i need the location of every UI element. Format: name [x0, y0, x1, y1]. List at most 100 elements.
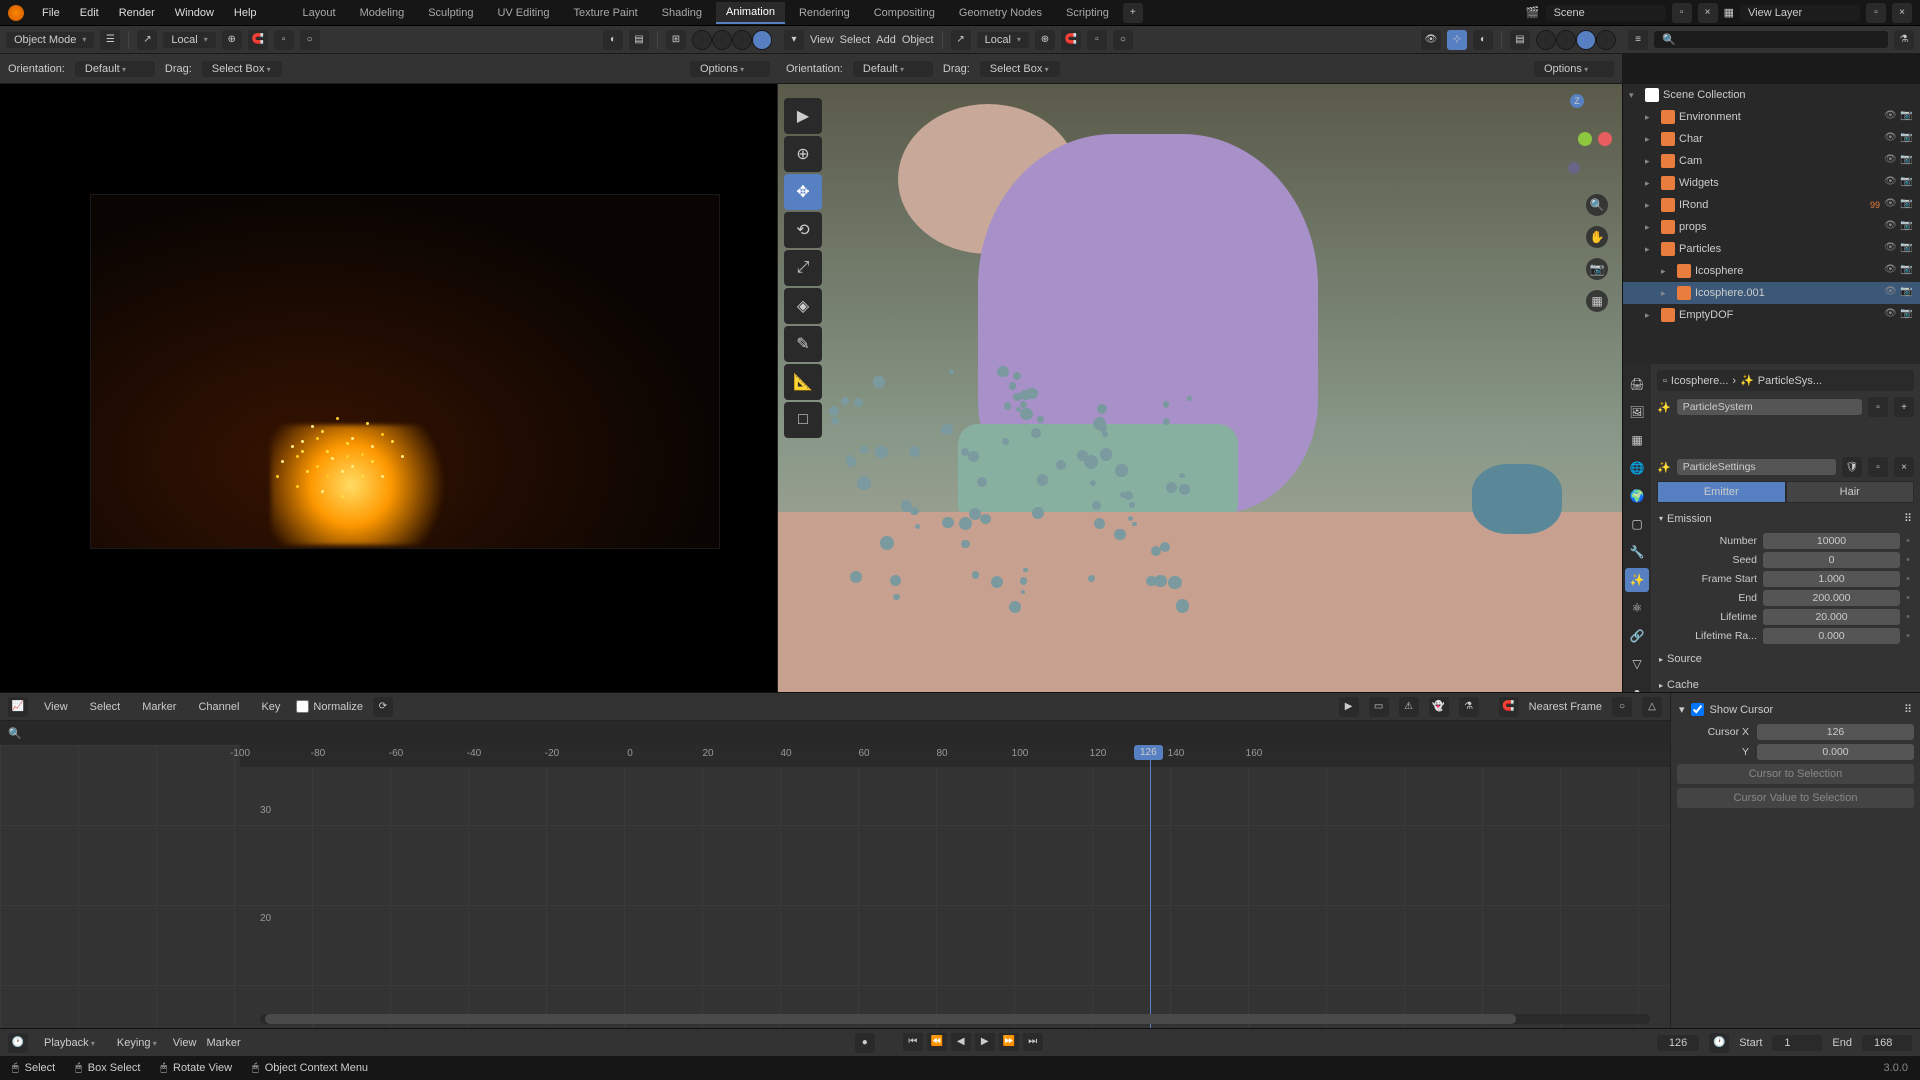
slot-icon[interactable]: ▫	[1868, 397, 1888, 417]
constraints-tab-icon[interactable]: 🔗	[1625, 624, 1649, 648]
move-tool-icon[interactable]: ✥	[784, 174, 822, 210]
workspace-scripting[interactable]: Scripting	[1056, 3, 1119, 23]
normalize-checkbox[interactable]	[296, 700, 309, 713]
scene-tab-icon[interactable]: 🌐	[1625, 456, 1649, 480]
new-settings-icon[interactable]: ▫	[1868, 457, 1888, 477]
select-menu[interactable]: Select	[840, 34, 871, 46]
wireframe-shade-2-icon[interactable]	[1536, 30, 1556, 50]
horizontal-scrollbar[interactable]	[260, 1014, 1650, 1024]
delete-scene-icon[interactable]: ×	[1698, 3, 1718, 23]
workspace-rendering[interactable]: Rendering	[789, 3, 860, 23]
delete-layer-icon[interactable]: ×	[1892, 3, 1912, 23]
outliner-item[interactable]: ▸Environment👁📷	[1623, 106, 1920, 128]
gizmo-icon[interactable]: ⊞	[666, 30, 686, 50]
workspace-layout[interactable]: Layout	[293, 3, 346, 23]
outliner-item[interactable]: ▸Icosphere.001👁📷	[1623, 282, 1920, 304]
orientation-icon[interactable]: ↗	[951, 30, 971, 50]
outliner-item[interactable]: ▸EmptyDOF👁📷	[1623, 304, 1920, 326]
keying-menu[interactable]: Keying	[111, 1035, 163, 1051]
editor-type-icon[interactable]: ▾	[784, 30, 804, 50]
cursor-tool-icon[interactable]: ▶	[784, 98, 822, 134]
properties-breadcrumb[interactable]: ▫Icosphere...›✨ParticleSys...	[1657, 370, 1914, 391]
menu-window[interactable]: Window	[167, 4, 222, 22]
scale-tool-icon[interactable]: ⤢	[784, 250, 822, 286]
frame-start-input[interactable]: 1.000	[1763, 571, 1900, 587]
snap-type-icon-2[interactable]: ▫	[1087, 30, 1107, 50]
current-frame-input[interactable]: 126	[1657, 1035, 1699, 1051]
start-frame-input[interactable]: 1	[1772, 1035, 1822, 1051]
timeline-marker-menu[interactable]: Marker	[206, 1037, 240, 1049]
overlay-icon-2[interactable]: ◐	[1473, 30, 1493, 50]
outliner-filter-icon[interactable]: ⚗	[1894, 30, 1914, 50]
outliner-search-icon[interactable]: 🔍	[1654, 31, 1888, 48]
graph-select-menu[interactable]: Select	[84, 698, 127, 716]
proportional-icon[interactable]: ○	[300, 30, 320, 50]
wireframe-shade-icon[interactable]	[692, 30, 712, 50]
emission-section[interactable]: Emission⠿	[1657, 507, 1914, 530]
options-dropdown-2[interactable]: Options	[1534, 61, 1614, 77]
menu-file[interactable]: File	[34, 4, 68, 22]
play-reverse-icon[interactable]: ◀	[951, 1033, 971, 1051]
playhead[interactable]: 126	[1150, 745, 1151, 1028]
matprev-shade-icon[interactable]	[732, 30, 752, 50]
menu-help[interactable]: Help	[226, 4, 265, 22]
transform-tool-icon[interactable]: ◈	[784, 288, 822, 324]
normalize-toggle[interactable]: Normalize	[296, 700, 363, 713]
select-tool-icon[interactable]: ⊕	[784, 136, 822, 172]
ghost-icon[interactable]: 👻	[1429, 697, 1449, 717]
navigation-gizmo[interactable]: Z	[1532, 94, 1612, 174]
solid-shade-2-icon[interactable]	[1556, 30, 1576, 50]
lifetime-input[interactable]: 20.000	[1763, 609, 1900, 625]
outliner-editor-icon[interactable]: ≡	[1628, 30, 1648, 50]
falloff-icon[interactable]: △	[1642, 697, 1662, 717]
rotate-tool-icon[interactable]: ⟲	[784, 212, 822, 248]
world-tab-icon[interactable]: 🌍	[1625, 484, 1649, 508]
graph-editor-type-icon[interactable]: 📈	[8, 697, 28, 717]
particles-tab-icon[interactable]: ✨	[1625, 568, 1649, 592]
drag-handle-icon[interactable]: ⠿	[1904, 512, 1912, 525]
nearest-frame-dropdown[interactable]: Nearest Frame	[1529, 701, 1602, 713]
add-tool-icon[interactable]: □	[784, 402, 822, 438]
snap-icon[interactable]: 🧲	[248, 30, 268, 50]
axis-z-icon[interactable]: Z	[1570, 94, 1584, 108]
fake-user-icon[interactable]: 🛡	[1842, 457, 1862, 477]
axis-y-icon[interactable]	[1578, 132, 1592, 146]
graph-canvas[interactable]: -100-80-60-40-20020406080100120140160 30…	[0, 745, 1670, 1028]
cursor-value-to-selection-button[interactable]: Cursor Value to Selection	[1677, 788, 1914, 808]
solid-shade-icon[interactable]	[712, 30, 732, 50]
xray-icon[interactable]: ▤	[629, 30, 649, 50]
orientation-icon[interactable]: ↗	[137, 30, 157, 50]
workspace-geonodes[interactable]: Geometry Nodes	[949, 3, 1052, 23]
output-tab-icon[interactable]: 🖼	[1625, 400, 1649, 424]
matprev-shade-2-icon[interactable]	[1576, 30, 1596, 50]
cursor-y-input[interactable]: 0.000	[1757, 744, 1914, 760]
left-viewport-rendered[interactable]	[0, 84, 778, 692]
orientation-value-2[interactable]: Default	[853, 61, 933, 77]
outliner-item[interactable]: ▸Char👁📷	[1623, 128, 1920, 150]
graph-marker-menu[interactable]: Marker	[136, 698, 182, 716]
orientation-dropdown-2[interactable]: Local	[977, 32, 1029, 48]
object-tab-icon[interactable]: ▢	[1625, 512, 1649, 536]
jump-start-icon[interactable]: ⏮	[903, 1033, 923, 1051]
pan-icon[interactable]: ✋	[1586, 226, 1608, 248]
add-menu[interactable]: Add	[876, 34, 896, 46]
object-menu[interactable]: Object	[902, 34, 934, 46]
scene-selector[interactable]: Scene	[1546, 5, 1666, 21]
data-tab-icon[interactable]: ▽	[1625, 652, 1649, 676]
outliner-item[interactable]: ▸Icosphere👁📷	[1623, 260, 1920, 282]
workspace-uv[interactable]: UV Editing	[487, 3, 559, 23]
particle-system-name[interactable]: ParticleSystem	[1677, 399, 1862, 415]
perspective-icon[interactable]: ▦	[1586, 290, 1608, 312]
orientation-dropdown[interactable]: Local	[163, 32, 215, 48]
prev-key-icon[interactable]: ⏪	[927, 1033, 947, 1051]
proportional-icon-2[interactable]: ○	[1113, 30, 1133, 50]
outliner-item[interactable]: ▸Widgets👁📷	[1623, 172, 1920, 194]
filter-icon[interactable]: ⚗	[1459, 697, 1479, 717]
box-select-icon[interactable]: ▭	[1369, 697, 1389, 717]
gizmo-toggle-icon[interactable]: ⊹	[1447, 30, 1467, 50]
unlink-icon[interactable]: ×	[1894, 457, 1914, 477]
new-layer-icon[interactable]: ▫	[1866, 3, 1886, 23]
jump-end-icon[interactable]: ⏭	[1023, 1033, 1043, 1051]
lifetime-rand-input[interactable]: 0.000	[1763, 628, 1900, 644]
axis-x-icon[interactable]	[1598, 132, 1612, 146]
